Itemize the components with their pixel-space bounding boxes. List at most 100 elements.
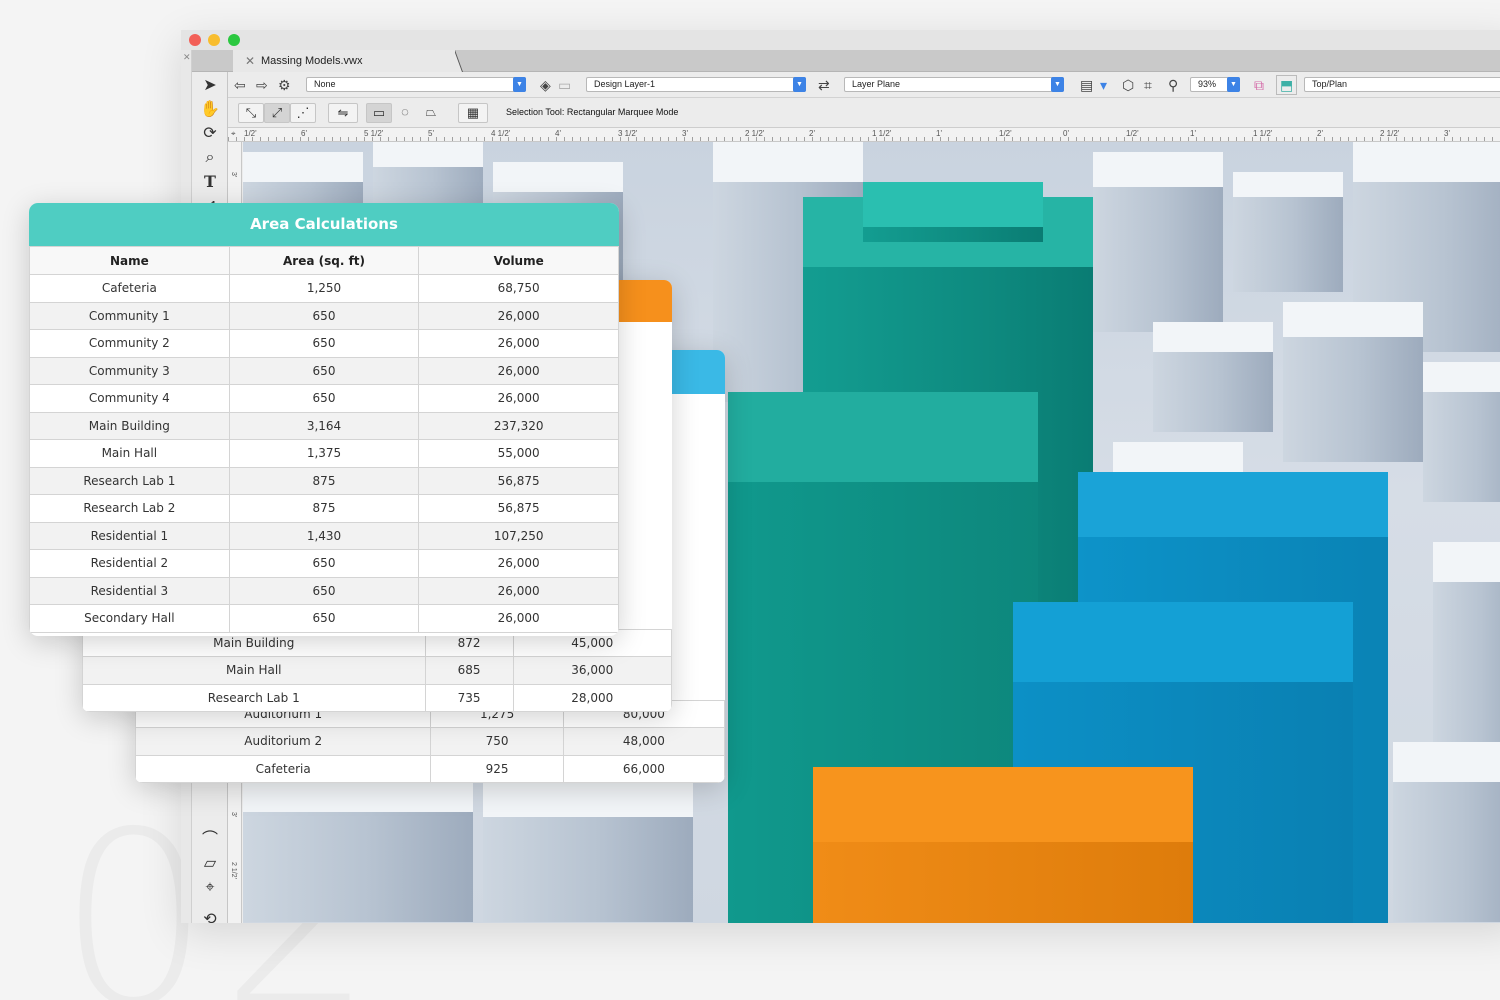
chevron-down-icon: ▼ (513, 77, 526, 92)
table-row[interactable]: Residential 2 650 26,000 (29, 549, 619, 578)
arc-tool-icon[interactable]: ⌒ (199, 830, 221, 850)
class-options-icon[interactable]: ⚙ (278, 76, 291, 94)
layers-icon[interactable]: ◈ (540, 76, 551, 94)
back-arrow-icon[interactable]: ⇦ (234, 76, 246, 94)
context-building (1433, 542, 1500, 742)
render-mode-icon[interactable]: ⬡ (1122, 76, 1134, 94)
text-tool-icon[interactable]: T (199, 172, 221, 192)
selection-tool-icon[interactable]: ➤ (199, 76, 221, 96)
table-row[interactable]: Community 2 650 26,000 (29, 329, 619, 358)
table-row[interactable]: Main Hall 1,375 55,000 (29, 439, 619, 468)
close-icon[interactable]: ✕ (183, 52, 191, 63)
column-header-volume[interactable]: Volume (418, 246, 619, 275)
table-cell: 55,000 (418, 439, 619, 468)
table-cell: 36,000 (512, 656, 672, 685)
context-building (1423, 362, 1500, 502)
table-cell: 26,000 (418, 549, 619, 578)
zoom-window-button[interactable] (228, 34, 240, 46)
teal-tower-roof-block (863, 182, 1043, 242)
tool-status-text: Selection Tool: Rectangular Marquee Mode (506, 107, 679, 117)
plane-dropdown-value: Layer Plane (852, 79, 901, 89)
eraser-tool-icon[interactable]: ▱ (199, 854, 221, 874)
view-dropdown[interactable]: Top/Plan (1304, 77, 1500, 92)
table-row[interactable]: Secondary Hall 650 26,000 (29, 604, 619, 633)
chevron-down-icon: ▼ (1051, 77, 1064, 92)
ruler-label: 3' (230, 172, 237, 178)
pan-hand-tool-icon[interactable]: ✋ (199, 100, 221, 120)
table-cell: 650 (228, 549, 420, 578)
table-row[interactable]: Community 4 650 26,000 (29, 384, 619, 413)
working-plane-icon[interactable]: ⧉ (1254, 76, 1264, 94)
ruler-label: 5 1/2' (364, 129, 384, 138)
table-row[interactable]: Research Lab 2 875 56,875 (29, 494, 619, 523)
table-row[interactable]: Community 3 650 26,000 (29, 356, 619, 385)
lasso-mode-button[interactable]: ◌ (392, 103, 418, 123)
table-row[interactable]: Cafeteria 1,250 68,750 (29, 274, 619, 303)
table-cell: Cafeteria (135, 754, 432, 783)
magnifier-icon[interactable]: ⚲ (1168, 76, 1178, 94)
horizontal-ruler[interactable]: ⌖ 1/2' 6' 5 1/2' 5' 4 1/2' 4' 3 1/2' 3' … (228, 128, 1500, 142)
ruler-label: 1' (1190, 129, 1196, 138)
column-header-name[interactable]: Name (29, 246, 230, 275)
close-tab-icon[interactable]: ✕ (245, 50, 255, 72)
page-setup-icon[interactable]: ▤ (1080, 76, 1093, 94)
layer-options-icon[interactable]: ▭ (558, 76, 571, 94)
orange-table: Main Building 872 45,000 Main Hall 685 3… (82, 628, 672, 713)
table-row[interactable]: Residential 1 1,430 107,250 (29, 521, 619, 550)
forward-arrow-icon[interactable]: ⇨ (256, 76, 268, 94)
orange-massing-block[interactable] (813, 767, 1193, 923)
ruler-label: 4' (555, 129, 561, 138)
table-row[interactable]: Community 1 650 26,000 (29, 301, 619, 330)
table-cell: 650 (228, 384, 420, 413)
table-row[interactable]: Research Lab 1 875 56,875 (29, 466, 619, 495)
zoom-value: 93% (1198, 79, 1217, 89)
layer-dropdown[interactable]: Design Layer-1 ▼ (586, 77, 806, 92)
ruler-label: 3 1/2' (618, 129, 638, 138)
reshape-tool-icon[interactable]: ⌖ (199, 878, 221, 898)
table-cell: 925 (430, 754, 564, 783)
rotate-view-tool-icon[interactable]: ⟲ (199, 910, 221, 923)
zoom-tool-icon[interactable]: ⌕ (199, 148, 221, 168)
table-cell: 650 (228, 329, 420, 358)
plane-dropdown[interactable]: Layer Plane ▼ (844, 77, 1064, 92)
plane-options-icon[interactable]: ⇄ (818, 76, 830, 94)
table-cell: 28,000 (512, 683, 672, 712)
ruler-origin-icon[interactable]: ⌖ (231, 129, 236, 139)
context-building (483, 782, 693, 922)
ruler-label: 1 1/2' (1253, 129, 1273, 138)
enable-interactive-scaling-button[interactable]: ⤢ (264, 103, 290, 123)
table-row[interactable]: Residential 3 650 26,000 (29, 576, 619, 605)
flyover-tool-icon[interactable]: ⟳ (199, 124, 221, 144)
minimize-window-button[interactable] (208, 34, 220, 46)
view-bar: ⇦ ⇨ ⚙ None ▼ ◈ ▭ Design Layer-1 ▼ ⇄ Laye… (228, 72, 1500, 98)
standard-views-icon[interactable]: ⬒ (1276, 75, 1298, 95)
chevron-down-icon: ▼ (1227, 77, 1240, 92)
polygon-marquee-button[interactable]: ⏢ (418, 103, 444, 123)
table-cell: Secondary Hall (29, 604, 230, 633)
close-window-button[interactable] (189, 34, 201, 46)
disable-interactive-scaling-button[interactable]: ⤡ (238, 103, 264, 123)
document-tab[interactable]: ✕ Massing Models.vwx (233, 50, 455, 72)
selection-preferences-button[interactable]: ▦ (458, 103, 488, 123)
class-dropdown[interactable]: None ▼ (306, 77, 526, 92)
zoom-dropdown[interactable]: 93% ▼ (1190, 77, 1240, 92)
table-cell: 650 (228, 576, 420, 605)
table-cell: Auditorium 2 (135, 727, 432, 756)
table-header-row: Name Area (sq. ft) Volume (29, 246, 619, 275)
ruler-label: 1' (936, 129, 942, 138)
area-calculations-title: Area Calculations (29, 203, 619, 246)
column-header-area[interactable]: Area (sq. ft) (228, 246, 420, 275)
area-table-body: Cafeteria 1,250 68,750 Community 1 650 26,000… (29, 274, 619, 633)
table-cell: Residential 2 (29, 549, 230, 578)
table-cell: 685 (424, 656, 514, 685)
page-dropdown-icon[interactable]: ▾ (1100, 76, 1107, 94)
table-cell: 26,000 (418, 576, 619, 605)
table-cell: Main Building (29, 411, 230, 440)
rectangular-marquee-button[interactable]: ▭ (366, 103, 392, 123)
single-object-scaling-button[interactable]: ⋰ (290, 103, 316, 123)
projection-icon[interactable]: ⌗ (1144, 76, 1152, 94)
ruler-label: 2 1/2' (230, 862, 237, 879)
rotate-mode-button[interactable]: ⇋ (328, 103, 358, 123)
table-row[interactable]: Main Building 3,164 237,320 (29, 411, 619, 440)
ruler-label: 3' (230, 812, 237, 818)
